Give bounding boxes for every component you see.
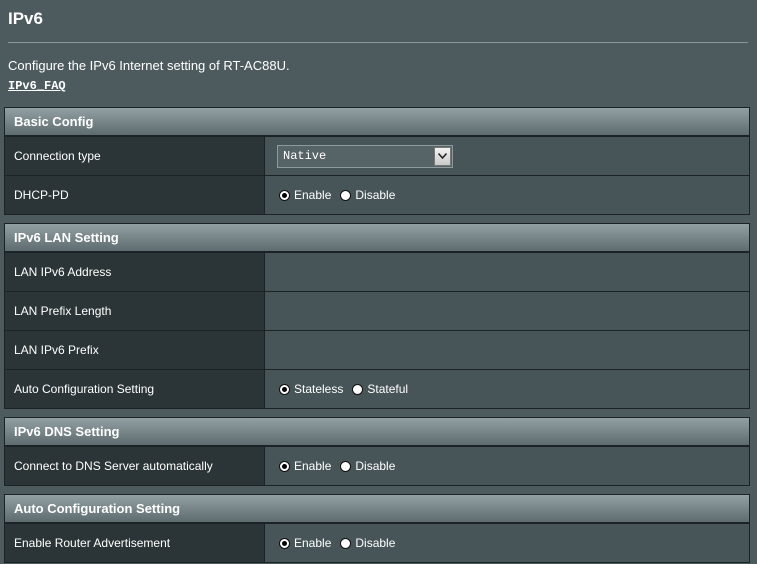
row-lan-ipv6-address: LAN IPv6 Address xyxy=(5,252,749,291)
label-lan-prefix-length: LAN Prefix Length xyxy=(5,292,265,330)
router-adv-enable-label: Enable xyxy=(294,536,332,550)
label-lan-ipv6-address: LAN IPv6 Address xyxy=(5,253,265,291)
row-lan-prefix-length: LAN Prefix Length xyxy=(5,291,749,330)
label-connection-type: Connection type xyxy=(5,137,265,175)
dns-auto-disable-option[interactable]: Disable xyxy=(340,459,395,473)
value-lan-ipv6-address xyxy=(265,253,749,291)
value-enable-router-advertisement: Enable Disable xyxy=(265,524,749,562)
section-header-auto-configuration-setting: Auto Configuration Setting xyxy=(5,495,749,523)
section-header-basic-config: Basic Config xyxy=(5,108,749,136)
section-basic-config: Basic Config Connection type Native DHCP… xyxy=(4,107,750,215)
auto-config-stateless-option[interactable]: Stateless xyxy=(279,382,343,396)
router-adv-radio-group: Enable Disable xyxy=(279,536,404,550)
router-adv-enable-radio[interactable] xyxy=(279,537,290,549)
page-description: Configure the IPv6 Internet setting of R… xyxy=(8,58,290,73)
dns-auto-enable-radio[interactable] xyxy=(279,460,290,472)
dhcp-pd-enable-option[interactable]: Enable xyxy=(279,188,331,202)
router-adv-disable-radio[interactable] xyxy=(340,537,352,549)
router-adv-disable-label: Disable xyxy=(355,536,396,550)
row-auto-configuration-setting: Auto Configuration Setting Stateless Sta… xyxy=(5,369,749,408)
dhcp-pd-enable-label: Enable xyxy=(294,188,332,202)
row-enable-router-advertisement: Enable Router Advertisement Enable Disab… xyxy=(5,523,749,562)
router-adv-disable-option[interactable]: Disable xyxy=(340,536,395,550)
label-enable-router-advertisement: Enable Router Advertisement xyxy=(5,524,265,562)
value-dhcp-pd: Enable Disable xyxy=(265,176,749,214)
section-header-ipv6-lan-setting: IPv6 LAN Setting xyxy=(5,224,749,252)
section-ipv6-dns-setting: IPv6 DNS Setting Connect to DNS Server a… xyxy=(4,417,750,486)
value-lan-ipv6-prefix xyxy=(265,331,749,369)
dhcp-pd-disable-radio[interactable] xyxy=(340,189,352,201)
dhcp-pd-enable-radio[interactable] xyxy=(279,189,290,201)
dhcp-pd-disable-label: Disable xyxy=(355,188,396,202)
connection-type-selected: Native xyxy=(283,149,327,163)
section-header-ipv6-dns-setting: IPv6 DNS Setting xyxy=(5,418,749,446)
dns-auto-enable-option[interactable]: Enable xyxy=(279,459,331,473)
label-lan-ipv6-prefix: LAN IPv6 Prefix xyxy=(5,331,265,369)
auto-config-stateless-label: Stateless xyxy=(294,382,344,396)
dns-auto-enable-label: Enable xyxy=(294,459,332,473)
row-connect-dns-automatically: Connect to DNS Server automatically Enab… xyxy=(5,446,749,485)
title-divider xyxy=(8,42,748,43)
auto-config-stateful-radio[interactable] xyxy=(352,383,364,395)
dns-auto-radio-group: Enable Disable xyxy=(279,459,404,473)
auto-config-radio-group: Stateless Stateful xyxy=(279,382,417,396)
connection-type-select[interactable]: Native xyxy=(277,144,453,168)
dhcp-pd-disable-option[interactable]: Disable xyxy=(340,188,395,202)
row-dhcp-pd: DHCP-PD Enable Disable xyxy=(5,175,749,214)
auto-config-stateless-radio[interactable] xyxy=(279,383,290,395)
chevron-down-icon[interactable] xyxy=(434,146,451,166)
page-title: IPv6 xyxy=(8,9,43,28)
dns-auto-disable-label: Disable xyxy=(355,459,396,473)
section-auto-configuration-setting: Auto Configuration Setting Enable Router… xyxy=(4,494,750,563)
value-connect-dns-automatically: Enable Disable xyxy=(265,447,749,485)
section-ipv6-lan-setting: IPv6 LAN Setting LAN IPv6 Address LAN Pr… xyxy=(4,223,750,409)
router-adv-enable-option[interactable]: Enable xyxy=(279,536,331,550)
ipv6-faq-link[interactable]: IPv6_FAQ xyxy=(8,79,66,93)
value-lan-prefix-length xyxy=(265,292,749,330)
dhcp-pd-radio-group: Enable Disable xyxy=(279,188,404,202)
row-connection-type: Connection type Native xyxy=(5,136,749,175)
auto-config-stateful-option[interactable]: Stateful xyxy=(352,382,408,396)
label-auto-configuration-setting: Auto Configuration Setting xyxy=(5,370,265,408)
dns-auto-disable-radio[interactable] xyxy=(340,460,352,472)
auto-config-stateful-label: Stateful xyxy=(367,382,409,396)
value-auto-configuration-setting: Stateless Stateful xyxy=(265,370,749,408)
row-lan-ipv6-prefix: LAN IPv6 Prefix xyxy=(5,330,749,369)
value-connection-type: Native xyxy=(265,137,749,175)
label-connect-dns-automatically: Connect to DNS Server automatically xyxy=(5,447,265,485)
label-dhcp-pd: DHCP-PD xyxy=(5,176,265,214)
